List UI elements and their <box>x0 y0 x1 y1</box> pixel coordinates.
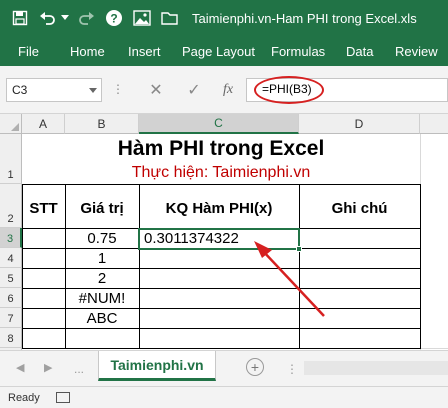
sheet-nav-next-icon[interactable]: ▶ <box>44 361 52 374</box>
sheet-more-right[interactable]: ⋮ <box>286 362 298 376</box>
arrow-head <box>254 241 272 258</box>
arrow-shaft <box>261 249 325 317</box>
sheet-tab-bar: ◀ ▶ ... Taimienphi.vn + ⋮ <box>0 350 448 386</box>
annotation-arrow <box>254 241 325 317</box>
excel-window: ? Taimienphi.vn-Ham PHI trong Excel.xls … <box>0 0 448 408</box>
macro-record-icon[interactable] <box>56 392 70 403</box>
sheet-nav-prev-icon[interactable]: ◀ <box>16 361 24 374</box>
horizontal-scrollbar[interactable] <box>304 361 448 375</box>
status-bar: Ready <box>0 386 448 408</box>
status-text: Ready <box>8 392 40 404</box>
sheet-more-left[interactable]: ... <box>74 362 84 376</box>
sheet-tab-taimienphi[interactable]: Taimienphi.vn <box>98 351 216 381</box>
add-sheet-icon[interactable]: + <box>246 358 264 376</box>
